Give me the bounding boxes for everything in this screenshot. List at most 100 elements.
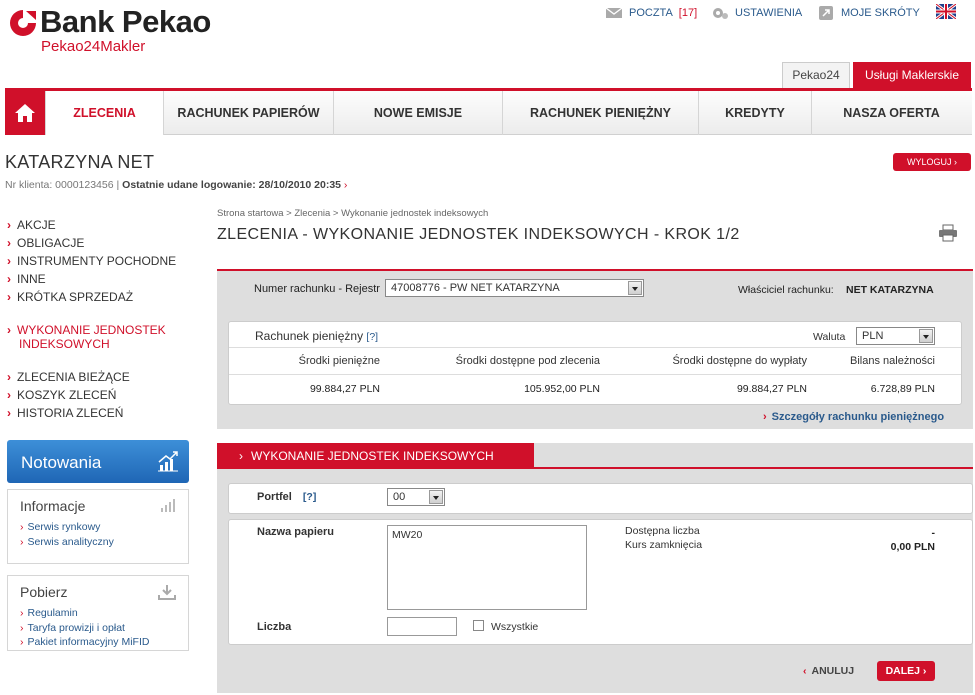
- cancel-button[interactable]: ‹ ANULUJ: [803, 665, 854, 677]
- val-bilans: 6.728,89 PLN: [870, 383, 935, 395]
- informacje-box: Informacje › Serwis rynkowy › Serwis anali…: [7, 489, 189, 564]
- owner-label: Właściciel rachunku:: [738, 284, 834, 296]
- cash-details-link[interactable]: › Szczegóły rachunku pieniężnego: [763, 411, 944, 423]
- bank-logo-icon: [10, 10, 36, 36]
- currency-select[interactable]: PLN: [856, 327, 935, 345]
- external-link-icon: [819, 6, 833, 20]
- currency-label: Waluta: [813, 331, 846, 343]
- all-label: Wszystkie: [491, 621, 539, 633]
- menu-akcje[interactable]: › AKCJE: [7, 218, 56, 232]
- menu-label: KOSZYK ZLECEŃ: [17, 388, 117, 402]
- paper-list-item[interactable]: MW20: [392, 529, 422, 541]
- printer-icon[interactable]: [938, 224, 958, 242]
- avail-value: -: [931, 527, 936, 539]
- gear-icon: [713, 8, 728, 19]
- portfel-select[interactable]: 00: [387, 488, 445, 506]
- cash-details-label: Szczegóły rachunku pieniężnego: [771, 411, 945, 423]
- client-number: Nr klienta: 0000123456: [5, 179, 114, 191]
- notowania-label: Notowania: [21, 453, 102, 472]
- menu-label: INNE: [17, 272, 46, 286]
- close-value: 0,00 PLN: [890, 541, 935, 553]
- portfel-label: Portfel [?]: [257, 491, 316, 503]
- menu-label: AKCJE: [17, 218, 56, 232]
- last-login: Ostatnie udane logowanie: 28/10/2010 20:…: [122, 179, 341, 191]
- shortcuts-label: MOJE SKRÓTY: [841, 7, 920, 19]
- logout-button[interactable]: WYLOGUJ ›: [893, 153, 971, 171]
- close-label: Kurs zamknięcia: [625, 539, 703, 551]
- menu-obligacje[interactable]: › OBLIGACJE: [7, 236, 84, 250]
- pobierz-title: Pobierz: [20, 584, 68, 600]
- qty-label: Liczba: [257, 621, 292, 633]
- link-taryfa[interactable]: › Taryfa prowizji i opłat: [20, 621, 176, 636]
- qty-input[interactable]: [387, 617, 457, 636]
- menu-historia-zlecen[interactable]: › HISTORIA ZLECEŃ: [7, 406, 123, 420]
- menu-label: WYKONANIE JEDNOSTEK: [17, 323, 166, 337]
- menu-inne[interactable]: › INNE: [7, 272, 46, 286]
- link-regulamin[interactable]: › Regulamin: [20, 606, 176, 621]
- next-button[interactable]: DALEJ ›: [877, 661, 935, 681]
- owner-value: NET KATARZYNA: [846, 284, 934, 296]
- tab-pekao24[interactable]: Pekao24: [782, 62, 850, 88]
- mail-link[interactable]: POCZTA [17]: [605, 6, 697, 20]
- nav-nowe-emisje[interactable]: NOWE EMISJE: [333, 91, 502, 135]
- portfel-help-link[interactable]: [?]: [303, 491, 316, 503]
- cash-title-text: Rachunek pieniężny: [255, 329, 364, 343]
- download-icon: [158, 585, 176, 600]
- link-mifid[interactable]: › Pakiet informacyjny MiFID: [20, 635, 176, 650]
- col-bilans: Bilans należności: [850, 355, 935, 367]
- tab-uslugi-maklerskie[interactable]: Usługi Maklerskie: [853, 62, 971, 88]
- portfel-label-text: Portfel: [257, 491, 292, 503]
- menu-label: OBLIGACJE: [17, 236, 85, 250]
- menu-label: KRÓTKA SPRZEDAŻ: [17, 290, 134, 304]
- account-select[interactable]: 47008776 - PW NET KATARZYNA: [385, 279, 644, 297]
- nav-kredyty[interactable]: KREDYTY: [698, 91, 811, 135]
- section-header: › WYKONANIE JEDNOSTEK INDEKSOWYCH: [217, 443, 534, 469]
- breadcrumb[interactable]: Strona startowa > Zlecenia > Wykonanie j…: [217, 208, 488, 219]
- chevron-down-icon: [429, 490, 443, 504]
- order-form-panel: › WYKONANIE JEDNOSTEK INDEKSOWYCH: [217, 443, 973, 693]
- pobierz-box: Pobierz › Regulamin › Taryfa prowizji i op…: [7, 575, 189, 651]
- next-label: DALEJ: [885, 665, 920, 677]
- cash-title: Rachunek pieniężny [?]: [255, 329, 378, 343]
- col-srodki-zlecenia: Środki dostępne pod zlecenia: [455, 355, 600, 367]
- chevron-down-icon: [628, 281, 642, 295]
- user-info: Nr klienta: 0000123456 | Ostatnie udane …: [5, 179, 348, 191]
- chart-up-icon: [158, 451, 178, 472]
- makler-logo-text: Pekao24Makler: [41, 38, 146, 55]
- home-button[interactable]: [5, 91, 45, 135]
- val-srodki-wyplata: 99.884,27 PLN: [736, 383, 807, 395]
- mail-count: [17]: [678, 7, 698, 19]
- menu-zlecenia-biezace[interactable]: › ZLECENIA BIEŻĄCE: [7, 370, 130, 384]
- menu-instrumenty-pochodne[interactable]: › INSTRUMENTY POCHODNE: [7, 254, 176, 268]
- menu-krotka-sprzedaz[interactable]: › KRÓTKA SPRZEDAŻ: [7, 290, 133, 304]
- val-srodki-zlecenia: 105.952,00 PLN: [524, 383, 600, 395]
- nav-nasza-oferta[interactable]: NASZA OFERTA: [811, 91, 971, 135]
- menu-label: HISTORIA ZLECEŃ: [17, 406, 124, 420]
- user-name: KATARZYNA NET: [5, 152, 155, 172]
- nav-zlecenia[interactable]: ZLECENIA: [45, 91, 163, 135]
- menu-koszyk-zlecen[interactable]: › KOSZYK ZLECEŃ: [7, 388, 116, 402]
- all-checkbox[interactable]: [473, 620, 484, 631]
- home-icon: [15, 104, 35, 122]
- envelope-icon: [605, 7, 623, 18]
- cancel-label: ANULUJ: [811, 665, 855, 677]
- help-link[interactable]: [?]: [366, 331, 378, 343]
- menu-label-line2: INDEKSOWYCH: [19, 337, 110, 351]
- logout-label: WYLOGUJ: [906, 157, 952, 167]
- link-serwis-analityczny[interactable]: › Serwis analityczny: [20, 535, 176, 550]
- main-nav: ZLECENIA RACHUNEK PAPIERÓW NOWE EMISJE R…: [5, 88, 972, 135]
- account-label: Numer rachunku - Rejestr: [254, 283, 380, 295]
- settings-link[interactable]: USTAWIENIA: [711, 6, 802, 20]
- link-serwis-rynkowy[interactable]: › Serwis rynkowy: [20, 520, 176, 535]
- chevron-down-icon: [919, 329, 933, 343]
- notowania-button[interactable]: Notowania: [7, 440, 189, 483]
- nav-rachunek-papierow[interactable]: RACHUNEK PAPIERÓW: [163, 91, 333, 135]
- portfel-row: [228, 483, 973, 514]
- uk-flag-icon[interactable]: [936, 4, 956, 19]
- menu-wykonanie-jednostek[interactable]: › WYKONANIE JEDNOSTEK INDEKSOWYCH: [7, 323, 166, 351]
- paper-list[interactable]: MW20: [387, 525, 587, 610]
- col-srodki-pieniezne: Środki pieniężne: [298, 355, 380, 367]
- nav-rachunek-pieniezny[interactable]: RACHUNEK PIENIĘŻNY: [502, 91, 698, 135]
- val-srodki-pieniezne: 99.884,27 PLN: [309, 383, 380, 395]
- shortcuts-link[interactable]: MOJE SKRÓTY: [817, 6, 920, 20]
